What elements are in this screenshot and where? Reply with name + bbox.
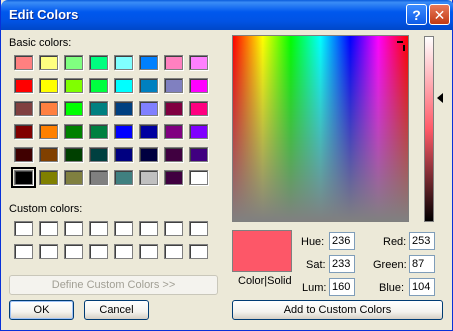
lum-label: Lum:: [302, 282, 327, 294]
custom-color-swatch[interactable]: [164, 244, 183, 259]
custom-color-swatch[interactable]: [14, 244, 33, 259]
sat-label: Sat:: [306, 259, 326, 271]
basic-color-swatch[interactable]: [39, 78, 58, 93]
define-custom-colors-button[interactable]: Define Custom Colors >>: [9, 275, 218, 295]
basic-color-swatch[interactable]: [139, 101, 158, 116]
basic-color-swatch[interactable]: [189, 124, 208, 139]
basic-color-swatch[interactable]: [64, 170, 83, 185]
basic-color-swatch[interactable]: [64, 147, 83, 162]
lum-field[interactable]: 160: [329, 278, 355, 296]
basic-color-swatch[interactable]: [114, 124, 133, 139]
basic-color-swatch[interactable]: [14, 147, 33, 162]
basic-color-swatch[interactable]: [139, 147, 158, 162]
basic-color-swatch[interactable]: [39, 170, 58, 185]
basic-color-swatch[interactable]: [114, 55, 133, 70]
blue-field[interactable]: 104: [409, 278, 435, 296]
custom-color-swatch[interactable]: [89, 221, 108, 236]
basic-color-swatch[interactable]: [189, 147, 208, 162]
basic-color-swatch[interactable]: [114, 101, 133, 116]
basic-color-swatch[interactable]: [39, 101, 58, 116]
basic-color-swatch[interactable]: [39, 124, 58, 139]
ok-button[interactable]: OK: [9, 300, 74, 320]
red-label: Red:: [383, 236, 407, 248]
basic-color-swatch[interactable]: [114, 78, 133, 93]
basic-color-swatch[interactable]: [164, 170, 183, 185]
spectrum-crosshair: [397, 41, 403, 43]
basic-color-swatch[interactable]: [39, 55, 58, 70]
basic-color-swatch[interactable]: [89, 147, 108, 162]
basic-color-swatch[interactable]: [164, 78, 183, 93]
close-icon: ✕: [433, 6, 446, 23]
basic-color-swatch[interactable]: [64, 55, 83, 70]
basic-color-swatch[interactable]: [189, 170, 208, 185]
add-to-custom-colors-button[interactable]: Add to Custom Colors: [232, 300, 443, 320]
hue-label: Hue:: [301, 236, 325, 248]
basic-colors-label: Basic colors:: [9, 37, 72, 49]
custom-color-swatch[interactable]: [164, 221, 183, 236]
custom-color-swatch[interactable]: [189, 244, 208, 259]
basic-color-swatch[interactable]: [14, 55, 33, 70]
basic-color-swatch[interactable]: [89, 124, 108, 139]
basic-color-swatch[interactable]: [139, 55, 158, 70]
basic-color-swatch[interactable]: [164, 147, 183, 162]
basic-color-swatch[interactable]: [139, 78, 158, 93]
basic-color-swatch[interactable]: [89, 55, 108, 70]
basic-color-swatch[interactable]: [89, 101, 108, 116]
basic-color-swatch[interactable]: [64, 101, 83, 116]
basic-color-swatch[interactable]: [164, 124, 183, 139]
basic-color-swatch[interactable]: [89, 170, 108, 185]
basic-color-swatch[interactable]: [164, 101, 183, 116]
custom-color-swatch[interactable]: [139, 221, 158, 236]
sat-field[interactable]: 233: [329, 255, 355, 273]
basic-color-swatch[interactable]: [64, 78, 83, 93]
custom-color-swatch[interactable]: [114, 221, 133, 236]
red-field[interactable]: 253: [409, 232, 435, 250]
title-bar: Edit Colors ? ✕: [1, 0, 453, 30]
custom-color-swatch[interactable]: [64, 244, 83, 259]
custom-color-swatch[interactable]: [39, 244, 58, 259]
basic-color-swatch[interactable]: [11, 167, 36, 188]
basic-color-swatch[interactable]: [64, 124, 83, 139]
basic-color-swatch[interactable]: [114, 147, 133, 162]
custom-color-swatch[interactable]: [189, 221, 208, 236]
basic-color-swatch[interactable]: [14, 101, 33, 116]
custom-color-swatch[interactable]: [64, 221, 83, 236]
basic-color-swatch[interactable]: [14, 124, 33, 139]
basic-color-swatch[interactable]: [189, 78, 208, 93]
help-icon: ?: [412, 6, 421, 23]
green-label: Green:: [373, 259, 407, 271]
custom-color-swatch[interactable]: [39, 221, 58, 236]
basic-color-swatch[interactable]: [114, 170, 133, 185]
basic-color-swatch[interactable]: [139, 170, 158, 185]
basic-color-swatch[interactable]: [39, 147, 58, 162]
window-title: Edit Colors: [9, 7, 79, 22]
basic-color-swatch[interactable]: [189, 101, 208, 116]
edit-colors-dialog: Edit Colors ? ✕ Basic colors: Custom col…: [0, 0, 453, 331]
basic-color-swatch[interactable]: [89, 78, 108, 93]
color-solid-label: Color|Solid: [238, 275, 292, 287]
green-field[interactable]: 87: [409, 255, 435, 273]
basic-color-swatch[interactable]: [189, 55, 208, 70]
custom-color-swatch[interactable]: [114, 244, 133, 259]
close-button[interactable]: ✕: [429, 4, 450, 25]
basic-color-swatch[interactable]: [14, 78, 33, 93]
luminance-slider[interactable]: [424, 36, 434, 222]
custom-color-swatch[interactable]: [89, 244, 108, 259]
custom-color-swatch[interactable]: [139, 244, 158, 259]
basic-color-swatch[interactable]: [164, 55, 183, 70]
luminance-pointer-icon[interactable]: [437, 93, 443, 103]
blue-label: Blue:: [379, 282, 405, 294]
color-preview: [232, 230, 292, 272]
basic-color-swatch[interactable]: [139, 124, 158, 139]
help-button[interactable]: ?: [406, 4, 427, 25]
color-spectrum[interactable]: [232, 35, 409, 222]
hue-field[interactable]: 236: [329, 232, 355, 250]
custom-color-swatch[interactable]: [14, 221, 33, 236]
custom-colors-label: Custom colors:: [9, 203, 83, 215]
spectrum-crosshair-tick: [403, 45, 405, 51]
cancel-button[interactable]: Cancel: [84, 300, 149, 320]
